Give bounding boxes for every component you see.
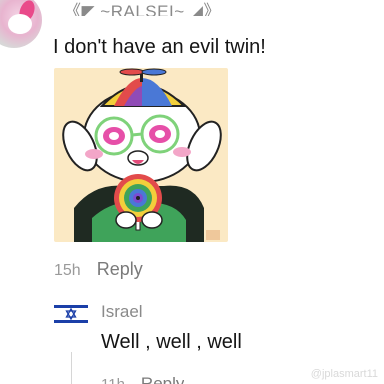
avatar-face bbox=[8, 14, 32, 34]
reply-button[interactable]: Reply bbox=[97, 259, 143, 280]
watermark: @jplasmart11 bbox=[310, 368, 378, 380]
user-avatar[interactable] bbox=[0, 0, 42, 48]
comment-image[interactable] bbox=[54, 68, 228, 242]
reply-username[interactable]: Israel bbox=[101, 302, 143, 322]
reply-timestamp: 11h bbox=[101, 375, 125, 384]
reply-text: Well , well , well bbox=[101, 331, 242, 353]
reply-meta: 11h Reply bbox=[101, 374, 184, 384]
israel-flag-avatar[interactable] bbox=[54, 302, 88, 326]
comment-meta: 15h Reply bbox=[54, 259, 143, 280]
comment-timestamp: 15h bbox=[54, 262, 81, 279]
comment-text: I don't have an evil twin! bbox=[53, 36, 266, 58]
ralsei-drawing bbox=[62, 68, 222, 242]
thread-line bbox=[71, 352, 72, 384]
comment-username[interactable]: 《◤ ~RALSEI~ ◢》 bbox=[64, 2, 221, 16]
israel-flag-icon bbox=[54, 302, 88, 326]
reply-reply-button[interactable]: Reply bbox=[141, 374, 184, 384]
comment-thread: 《◤ ~RALSEI~ ◢》 I don't have an evil twin… bbox=[0, 0, 384, 384]
